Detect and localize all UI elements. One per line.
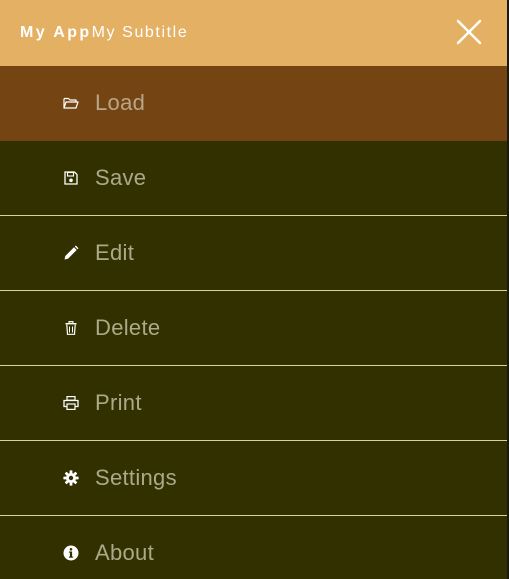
menu-header: My App My Subtitle xyxy=(0,0,507,66)
menu-item-label: Load xyxy=(95,90,146,115)
close-button[interactable] xyxy=(455,18,483,46)
menu-item-label: Delete xyxy=(95,315,161,340)
menu-item-edit[interactable]: Edit xyxy=(0,216,507,291)
app-subtitle: My Subtitle xyxy=(91,24,189,41)
menu-item-settings[interactable]: Settings xyxy=(0,441,507,516)
menu-list: Load Save Edit Delete Print Settings Abo… xyxy=(0,66,507,579)
menu-item-save[interactable]: Save xyxy=(0,141,507,216)
menu-item-label: Edit xyxy=(95,240,135,265)
trash-icon xyxy=(62,319,80,337)
info-icon xyxy=(62,544,80,562)
menu-item-delete[interactable]: Delete xyxy=(0,291,507,366)
menu-item-label: Settings xyxy=(95,465,177,490)
side-menu-panel: My App My Subtitle Load Save Edit Delete… xyxy=(0,0,509,579)
menu-item-about[interactable]: About xyxy=(0,516,507,579)
menu-item-label: About xyxy=(95,540,154,565)
folder-open-icon xyxy=(62,94,80,112)
printer-icon xyxy=(62,394,80,412)
app-title: My App xyxy=(20,24,92,41)
floppy-disk-icon xyxy=(62,169,80,187)
menu-item-print[interactable]: Print xyxy=(0,366,507,441)
pencil-icon xyxy=(62,244,80,262)
menu-item-label: Save xyxy=(95,165,147,190)
close-icon xyxy=(455,18,483,46)
menu-item-label: Print xyxy=(95,390,142,415)
menu-item-load[interactable]: Load xyxy=(0,66,507,141)
gear-icon xyxy=(62,469,80,487)
